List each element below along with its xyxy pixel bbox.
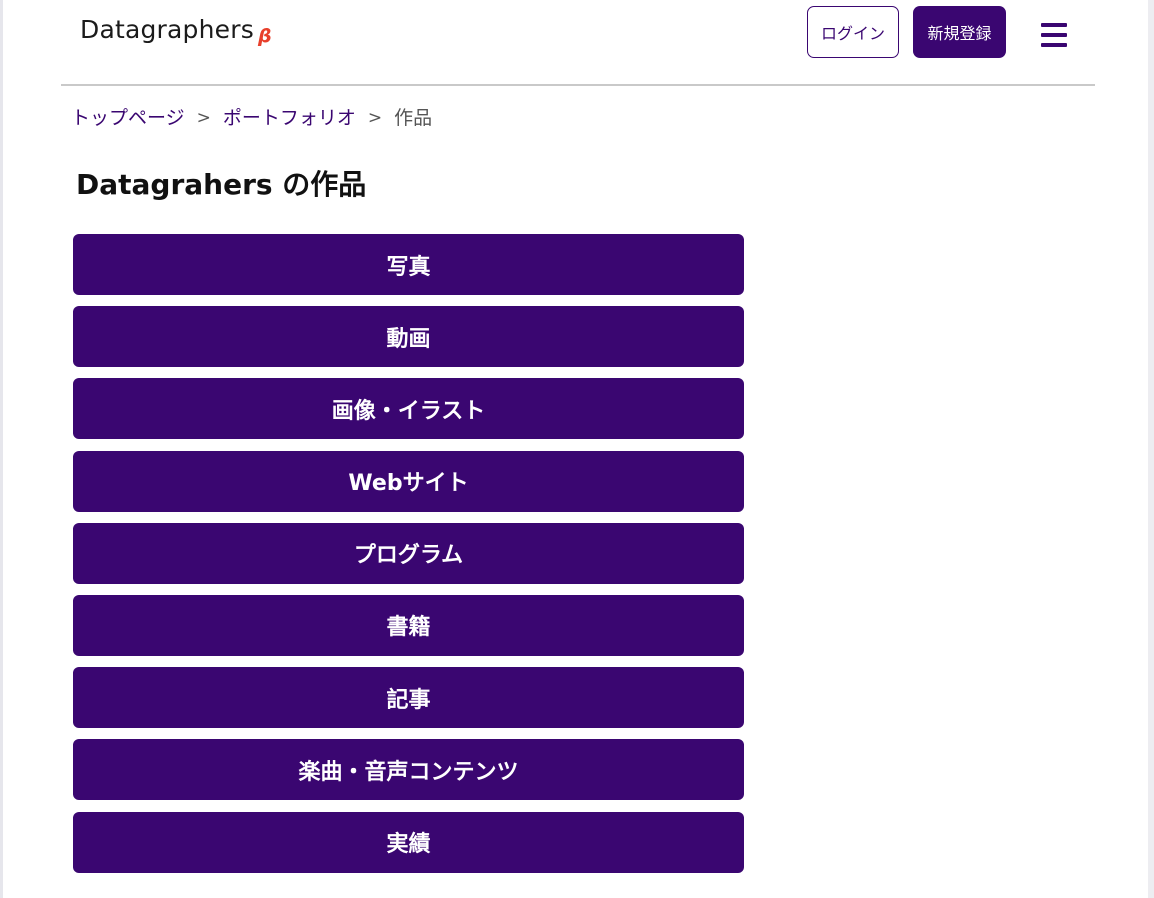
page-title: Datagrahers の作品 bbox=[76, 168, 367, 201]
menu-bar-middle bbox=[1041, 33, 1067, 37]
category-button-program[interactable]: プログラム bbox=[73, 522, 744, 584]
category-button-achievements[interactable]: 実績 bbox=[73, 811, 744, 873]
site-logo[interactable]: Datagraphers β bbox=[80, 14, 272, 48]
category-label: 実績 bbox=[386, 832, 431, 857]
breadcrumb-separator: > bbox=[196, 108, 211, 128]
login-button[interactable]: ログイン bbox=[807, 6, 899, 58]
category-label: 写真 bbox=[386, 254, 431, 280]
header-divider bbox=[61, 84, 1095, 86]
category-label: プログラム bbox=[353, 543, 464, 569]
window-edge-left bbox=[0, 0, 3, 898]
menu-bar-top bbox=[1041, 23, 1067, 27]
category-label: 動画 bbox=[386, 326, 431, 352]
category-button-image-illustration[interactable]: 画像・イラスト bbox=[73, 378, 744, 440]
category-list: 写真 動画 画像・イラスト Webサイト プログラム 書籍 記事 楽曲・音声コン… bbox=[73, 234, 744, 884]
category-label: 書籍 bbox=[386, 615, 431, 641]
breadcrumb-item-top-page[interactable]: トップページ bbox=[71, 105, 185, 131]
category-button-website[interactable]: Webサイト bbox=[73, 450, 744, 512]
category-button-books[interactable]: 書籍 bbox=[73, 594, 744, 656]
breadcrumb: トップページ > ポートフォリオ > 作品 bbox=[71, 105, 432, 131]
logo-text: Datagraphers bbox=[80, 15, 254, 44]
page: Datagraphers β ログイン 新規登録 トップページ > ポートフォリ… bbox=[0, 0, 1154, 898]
category-label: Webサイト bbox=[348, 471, 469, 497]
hamburger-menu-icon[interactable] bbox=[1041, 23, 1067, 47]
category-label: 画像・イラスト bbox=[331, 398, 486, 424]
category-label: 楽曲・音声コンテンツ bbox=[298, 759, 519, 785]
category-button-music-audio[interactable]: 楽曲・音声コンテンツ bbox=[73, 739, 744, 801]
category-label: 記事 bbox=[386, 687, 431, 713]
login-button-label: ログイン bbox=[820, 24, 885, 43]
register-button[interactable]: 新規登録 bbox=[913, 6, 1006, 58]
beta-badge: β bbox=[257, 25, 272, 47]
breadcrumb-item-current: 作品 bbox=[394, 107, 433, 129]
menu-bar-bottom bbox=[1041, 43, 1067, 47]
window-edge-right bbox=[1148, 0, 1154, 898]
category-button-video[interactable]: 動画 bbox=[73, 306, 744, 368]
category-button-articles[interactable]: 記事 bbox=[73, 667, 744, 729]
breadcrumb-item-portfolio[interactable]: ポートフォリオ bbox=[223, 105, 356, 131]
breadcrumb-separator: > bbox=[367, 108, 383, 128]
register-button-label: 新規登録 bbox=[927, 24, 992, 43]
category-button-photo[interactable]: 写真 bbox=[73, 234, 744, 295]
